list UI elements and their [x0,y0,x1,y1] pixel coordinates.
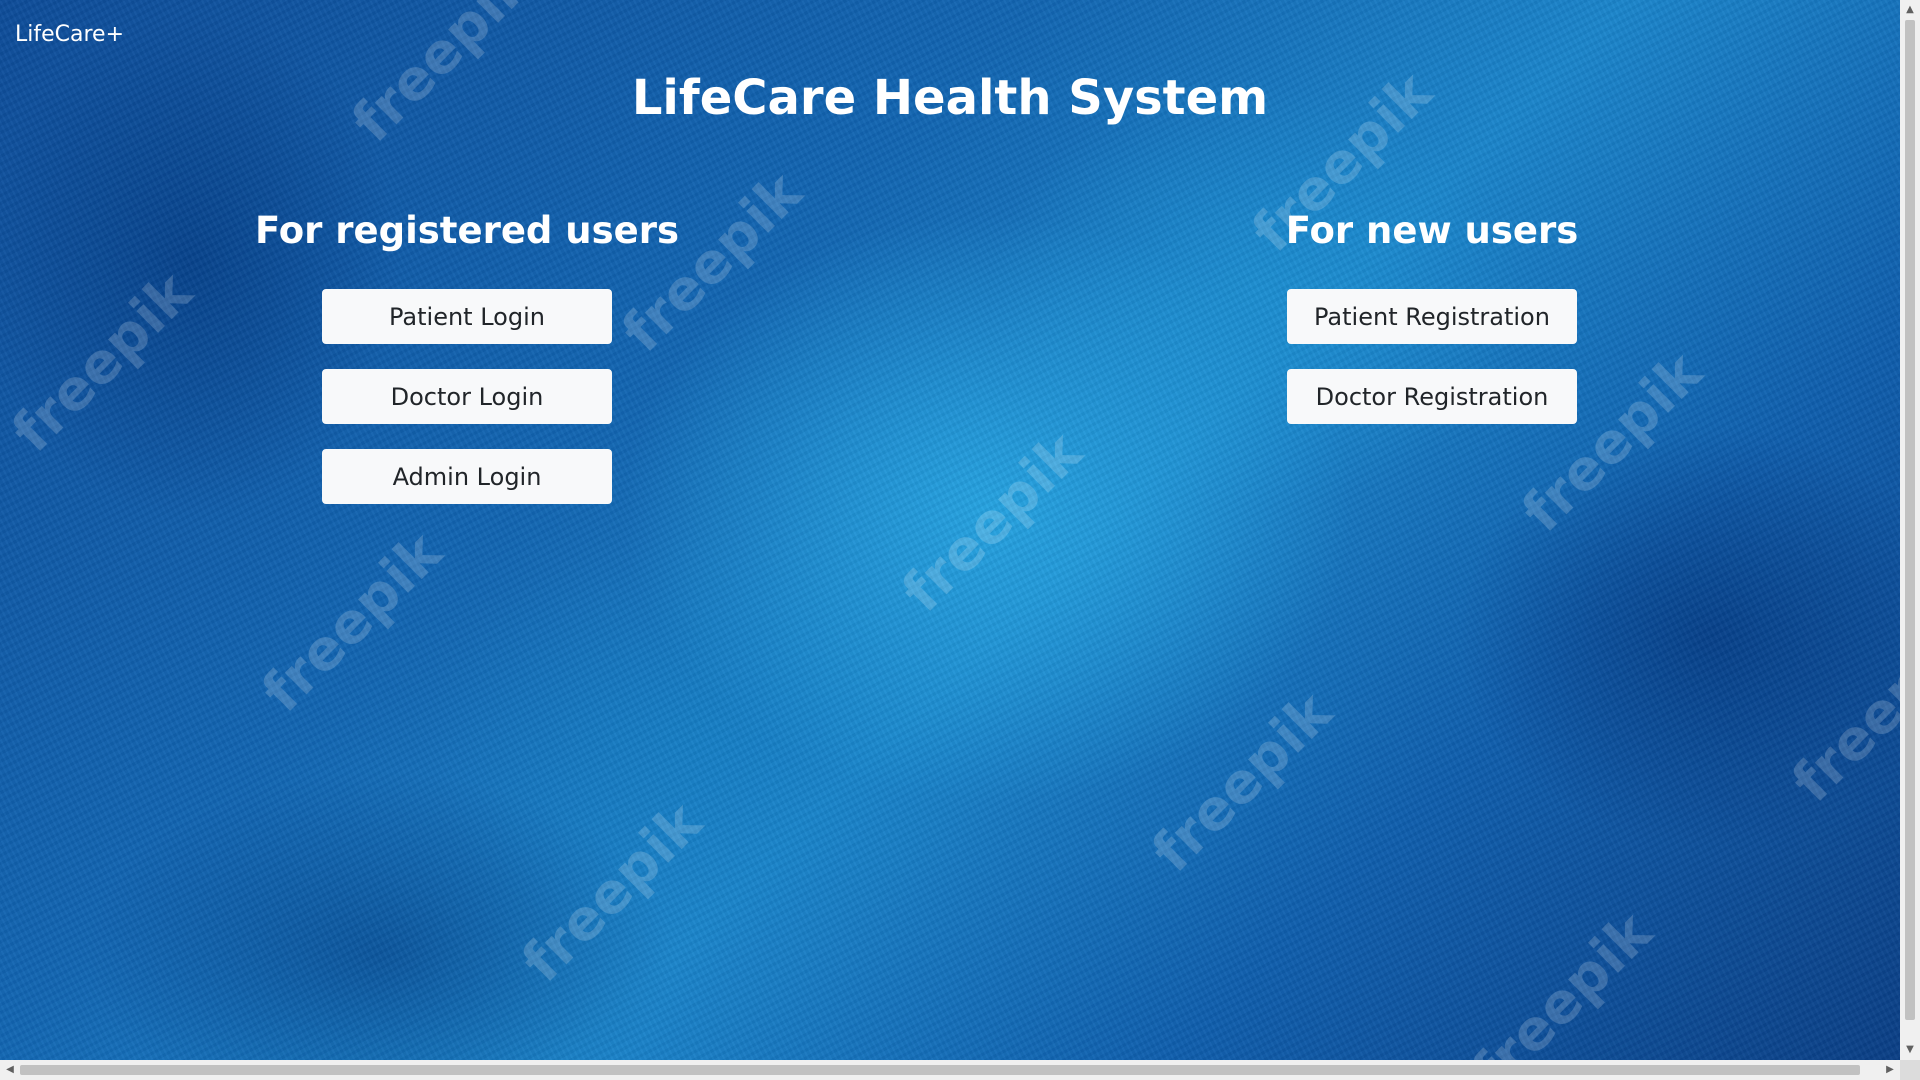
page-title: LifeCare Health System [631,70,1269,126]
new-users-section: For new users Patient Registration Docto… [1132,205,1732,449]
background-texture [0,0,1900,1060]
vertical-scroll-thumb[interactable] [1905,20,1915,1020]
new-users-heading: For new users [1285,209,1579,252]
watermark: freepik [249,520,455,725]
registered-users-section: For registered users Patient Login Docto… [167,205,767,529]
scroll-left-icon[interactable]: ◀ [0,1060,20,1080]
watermark: freepik [889,420,1095,625]
admin-login-button[interactable]: Admin Login [322,449,612,504]
horizontal-scroll-thumb[interactable] [20,1065,1860,1075]
watermark: freepik [1139,680,1345,885]
doctor-registration-button[interactable]: Doctor Registration [1287,369,1577,424]
scroll-up-icon[interactable]: ▲ [1900,0,1920,20]
scroll-right-icon[interactable]: ▶ [1880,1060,1900,1080]
navbar-brand[interactable]: LifeCare+ [15,22,124,47]
horizontal-scrollbar[interactable]: ◀ ▶ [0,1060,1900,1080]
patient-login-button[interactable]: Patient Login [322,289,612,344]
doctor-login-button[interactable]: Doctor Login [322,369,612,424]
watermark: freepik [509,790,715,995]
scroll-down-icon[interactable]: ▼ [1900,1040,1920,1060]
watermark: freepik [1779,610,1900,815]
patient-registration-button[interactable]: Patient Registration [1287,289,1577,344]
scrollbar-corner [1900,1060,1920,1080]
vertical-scrollbar[interactable]: ▲ ▼ [1900,0,1920,1060]
registered-users-heading: For registered users [254,209,680,252]
watermark: freepik [1459,900,1665,1060]
page-background: freepik freepik freepik freepik freepik … [0,0,1900,1060]
